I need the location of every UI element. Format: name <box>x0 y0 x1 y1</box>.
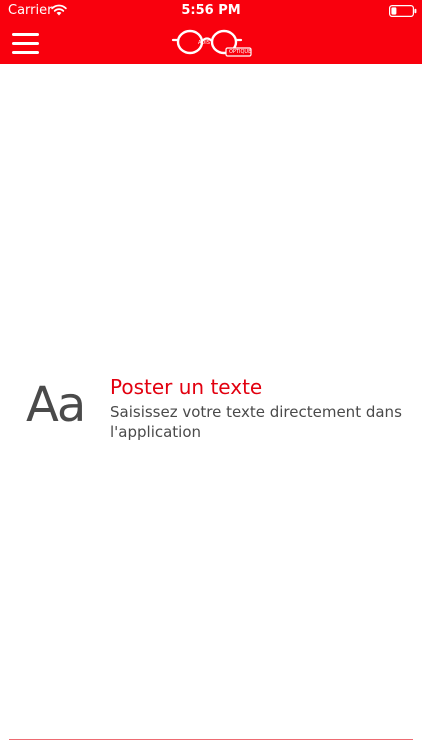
option-description: Saisissez votre texte directement dans l… <box>110 403 402 441</box>
logo-text-left: ADIS <box>198 40 210 46</box>
option-title: Poster un texte <box>110 375 263 399</box>
navigation-bar: ADIS OPTIQUE <box>0 22 422 64</box>
text-format-icon: Aa <box>26 377 86 433</box>
hamburger-menu-icon[interactable] <box>12 33 39 54</box>
logo-text-right: OPTIQUE <box>229 49 252 55</box>
clock: 5:56 PM <box>181 3 241 18</box>
app-screen: Carrier 5:56 PM ADIS OPTIQUE Aa Poster u… <box>0 0 422 750</box>
glasses-logo: ADIS OPTIQUE <box>171 25 253 61</box>
top-bar: Carrier 5:56 PM ADIS OPTIQUE <box>0 0 422 64</box>
status-bar: Carrier 5:56 PM <box>0 0 422 22</box>
post-text-option[interactable]: Aa Poster un texte Saisissez votre texte… <box>0 368 422 448</box>
battery-low-icon <box>389 5 417 17</box>
bottom-divider <box>9 739 413 740</box>
